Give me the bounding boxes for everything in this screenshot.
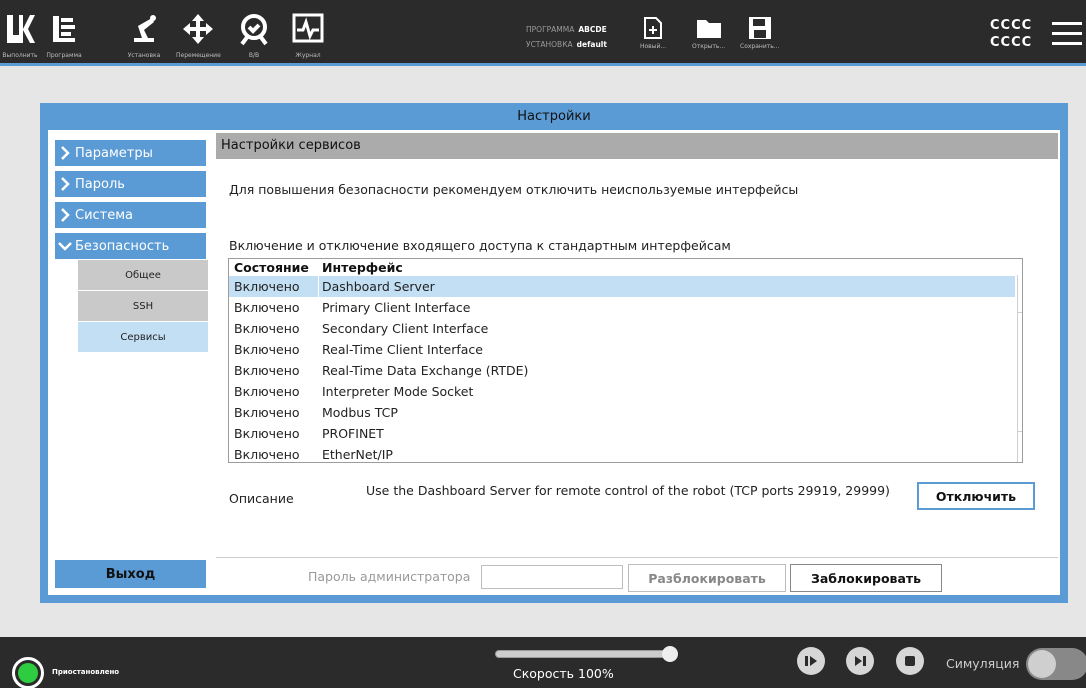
column-header-state: Состояние [234,260,309,275]
services-table: Состояние Интерфейс Включено Dashboard Se… [228,258,1023,463]
speed-slider-handle[interactable] [662,646,678,662]
io-icon [234,8,274,50]
open-file-button[interactable]: Открыть... [692,16,725,50]
save-icon [748,17,771,39]
simulation-label: Симуляция [946,656,1020,671]
speed-readout: Скорость 100% [513,666,614,681]
stop-icon [905,656,915,666]
play-button[interactable] [797,647,825,675]
section-header: Настройки сервисов [216,133,1058,159]
run-tab[interactable]: Выполнить [0,8,40,59]
table-row[interactable]: Включено Real-Time Data Exchange (RTDE) [229,360,1015,381]
log-icon [288,8,328,50]
table-row[interactable]: Включено Modbus TCP [229,402,1015,423]
user-info: CCCC CCCC [990,18,1033,50]
log-tab[interactable]: Журнал [288,8,328,59]
installation-tab[interactable]: Установка [124,8,164,59]
new-file-button[interactable]: Новый... [640,16,666,50]
services-panel: Настройки сервисов Для повышения безопас… [216,130,1060,595]
move-tab[interactable]: Перемещение [176,8,221,59]
settings-sidebar: Параметры Пароль Система Безопасность Об… [48,130,213,595]
sub-item-general[interactable]: Общее [78,260,208,290]
dialog-body: Параметры Пароль Система Безопасность Об… [48,130,1060,595]
admin-password-input[interactable] [481,565,623,589]
table-caption: Включение и отключение входящего доступа… [229,238,731,253]
description-text: Use the Dashboard Server for remote cont… [366,483,890,498]
nav-item-security[interactable]: Безопасность [55,233,206,259]
settings-dialog: Настройки Параметры Пароль Система Безоп… [40,103,1068,603]
nav-item-parameters[interactable]: Параметры [55,140,206,166]
admin-password-label: Пароль администратора [308,569,471,584]
io-tab[interactable]: В/В [234,8,274,59]
play-icon [805,656,817,666]
admin-lock-bar: Пароль администратора Разблокировать Заб… [216,557,1058,592]
unlock-button[interactable]: Разблокировать [628,564,786,592]
table-row[interactable]: Включено Dashboard Server [229,276,1015,297]
chevron-down-icon [55,241,75,251]
exit-button[interactable]: Выход [55,560,206,588]
chevron-right-icon [55,146,75,160]
lock-button[interactable]: Заблокировать [790,564,942,592]
description-label: Описание [229,491,294,506]
chevron-right-icon [55,177,75,191]
robot-status: Приостановлено [52,668,120,676]
folder-icon [696,20,721,38]
nav-item-password[interactable]: Пароль [55,171,206,197]
recommendation-text: Для повышения безопасности рекомендуем о… [229,182,799,197]
menu-icon[interactable] [1052,22,1082,52]
new-file-icon [644,17,663,39]
step-button[interactable] [846,647,874,675]
footer-bar: Приостановлено Скорость 100% Симуляция [0,637,1086,688]
sub-item-ssh[interactable]: SSH [78,291,208,321]
move-arrows-icon [178,8,218,50]
top-toolbar: Выполнить Программа Установка Перемещени… [0,0,1086,66]
step-icon [855,656,866,666]
table-row[interactable]: Включено Interpreter Mode Socket [229,381,1015,402]
installation-label: УСТАНОВКА [526,40,573,49]
scroll-up-button[interactable] [1018,283,1022,313]
scroll-down-button[interactable] [1018,431,1022,461]
program-name: ABCDE [578,25,607,34]
table-row[interactable]: Включено Primary Client Interface [229,297,1015,318]
disable-button[interactable]: Отключить [917,482,1035,510]
table-row[interactable]: Включено PROFINET [229,423,1015,444]
program-tab[interactable]: Программа [44,8,84,59]
table-row[interactable]: Включено Real-Time Client Interface [229,339,1015,360]
dialog-title: Настройки [517,109,591,124]
power-status-button[interactable] [12,657,44,688]
table-row[interactable]: Включено EtherNet/IP [229,444,1015,462]
speed-slider[interactable] [495,650,675,658]
sub-item-services[interactable]: Сервисы [78,322,208,352]
simulation-toggle[interactable] [1026,648,1086,680]
installation-name: default [576,40,607,49]
program-icon [44,8,84,50]
ur-logo-icon [0,8,40,50]
robot-arm-icon [124,8,164,50]
table-scrollbar[interactable] [1017,275,1022,462]
chevron-right-icon [55,208,75,222]
nav-item-system[interactable]: Система [55,202,206,228]
program-label: ПРОГРАММА [526,25,575,34]
table-row[interactable]: Включено Secondary Client Interface [229,318,1015,339]
save-file-button[interactable]: Сохранить... [740,16,779,50]
stop-button[interactable] [896,647,924,675]
program-info: ПРОГРАММА ABCDE УСТАНОВКА default [526,22,607,52]
column-header-interface: Интерфейс [322,260,403,275]
